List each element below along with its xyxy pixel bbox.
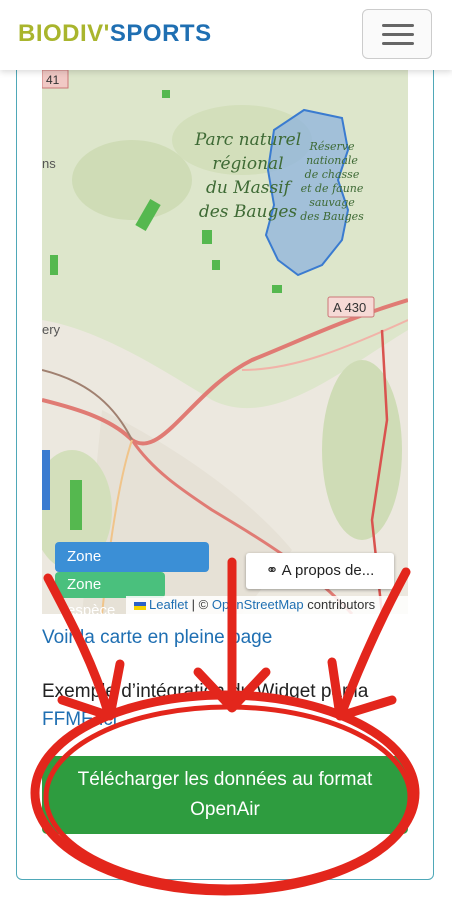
download-label-line-1: Télécharger les données au format	[77, 769, 373, 790]
zone-reglementaire-toggle[interactable]: Zone réglementaire	[55, 542, 209, 595]
osm-link[interactable]: OpenStreetMap	[212, 597, 304, 612]
download-label-line-2: OpenAir	[190, 799, 260, 820]
navbar: BIODIV'SPORTS	[0, 0, 452, 70]
about-button[interactable]: ⚭ A propos de...	[246, 553, 394, 589]
example-label: Exemple d’intégration du Widget par la	[42, 681, 369, 702]
menu-toggle-button[interactable]	[362, 9, 432, 59]
zone-espece-toggle[interactable]: Zone espèce	[55, 572, 165, 619]
leaflet-link[interactable]: Leaflet	[149, 597, 188, 612]
ffme-link[interactable]: FFME ici	[42, 709, 117, 730]
map-attribution: Leaflet | © OpenStreetMap contributors	[126, 596, 408, 614]
road-number-label: 41	[46, 73, 60, 87]
brand-part-2: SPORTS	[109, 20, 212, 47]
park-label-line-2: régional	[212, 154, 283, 174]
brand-logo[interactable]: BIODIV'SPORTS	[18, 20, 212, 48]
reserve-label-line-6: des Bauges	[300, 210, 364, 223]
hamburger-icon-bar	[382, 33, 414, 36]
map-view[interactable]: 41 A 430 ns ery Parc naturel régional du…	[42, 70, 408, 614]
town-fragment-1: ns	[42, 156, 56, 171]
reserve-label-line-2: nationale	[306, 154, 358, 167]
park-label-line-4: des Bauges	[199, 202, 298, 222]
map-tiles: 41 A 430 ns ery Parc naturel régional du…	[42, 70, 408, 614]
hamburger-icon	[382, 24, 414, 27]
handshake-icon: ⚭	[265, 562, 279, 579]
road-label: A 430	[333, 300, 366, 315]
town-fragment-2: ery	[42, 322, 61, 337]
reserve-label-line-5: sauvage	[309, 196, 355, 209]
attribution-suffix: contributors	[303, 597, 376, 612]
reserve-label-line-1: Réserve	[309, 140, 355, 153]
full-page-map-link[interactable]: Voir la carte en pleine page	[42, 627, 272, 649]
park-label-line-1: Parc naturel	[194, 130, 301, 150]
attribution-separator: | ©	[188, 597, 212, 612]
reserve-label-line-3: de chasse	[305, 168, 360, 181]
hamburger-icon-bar	[382, 42, 414, 45]
reserve-label-line-4: et de faune	[301, 182, 364, 195]
about-label: A propos de...	[281, 562, 375, 579]
brand-part-1: BIODIV'	[18, 20, 110, 47]
park-label-line-3: du Massif	[206, 178, 293, 198]
download-openair-button[interactable]: Télécharger les données au format OpenAi…	[42, 756, 408, 834]
example-text: Exemple d’intégration du Widget par la F…	[42, 678, 412, 734]
flag-icon	[134, 601, 146, 610]
